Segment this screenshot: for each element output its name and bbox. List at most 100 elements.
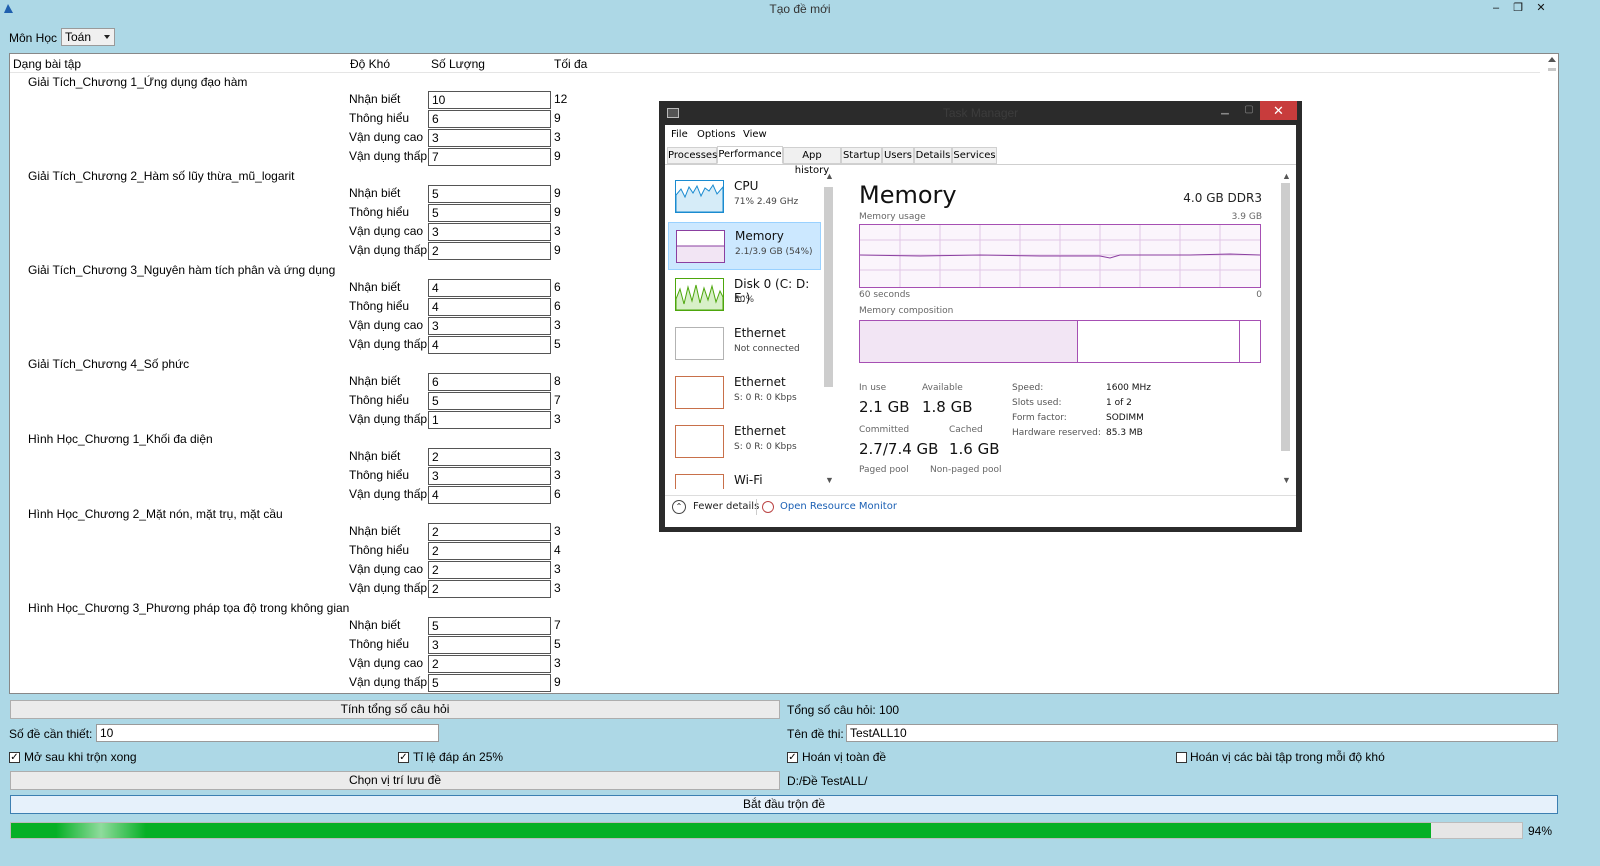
resource-item[interactable]: Ethernet Not connected xyxy=(668,320,821,368)
resource-monitor-icon xyxy=(762,501,774,513)
choose-location-button[interactable]: Chọn vị trí lưu đề xyxy=(10,771,780,790)
difficulty-label: Vận dụng cao xyxy=(349,224,424,238)
open-resource-monitor-link[interactable]: Open Resource Monitor xyxy=(780,501,897,512)
nonpaged-pool-label: Non-paged pool xyxy=(930,465,1002,475)
form-factor-label: Form factor: xyxy=(1012,413,1067,423)
col-header-difficulty: Độ Khó xyxy=(350,57,391,71)
quantity-input[interactable]: 6 xyxy=(428,373,551,391)
num-tests-label: Số đề cần thiết: xyxy=(9,727,93,741)
tm-panel-scrollbar[interactable]: ▲ ▼ xyxy=(1279,171,1292,489)
tm-list-scroll-thumb[interactable] xyxy=(824,187,833,387)
quantity-input[interactable]: 4 xyxy=(428,279,551,297)
tm-menu-view[interactable]: View xyxy=(743,129,767,140)
max-value: 5 xyxy=(554,337,561,351)
scroll-thumb[interactable] xyxy=(1548,68,1556,71)
topic-name: Giải Tích_Chương 4_Số phức xyxy=(28,357,190,371)
tm-menu-options[interactable]: Options xyxy=(697,129,736,140)
difficulty-label: Nhận biết xyxy=(349,449,401,463)
quantity-input[interactable]: 2 xyxy=(428,542,551,560)
tm-panel-scroll-thumb[interactable] xyxy=(1281,183,1290,451)
scroll-up-icon[interactable]: ▲ xyxy=(1282,171,1291,181)
quantity-input[interactable]: 2 xyxy=(428,561,551,579)
quantity-input[interactable]: 2 xyxy=(428,580,551,598)
max-value: 3 xyxy=(554,468,561,482)
tab-details[interactable]: Details xyxy=(914,147,952,164)
test-name-input[interactable]: TestALL10 xyxy=(846,724,1558,742)
resource-item[interactable]: CPU 71% 2.49 GHz xyxy=(668,173,821,221)
quantity-input[interactable]: 4 xyxy=(428,336,551,354)
quantity-input[interactable]: 5 xyxy=(428,392,551,410)
tab-startup[interactable]: Startup xyxy=(841,147,882,164)
tm-maximize-button[interactable]: ▢ xyxy=(1239,103,1259,117)
quantity-input[interactable]: 2 xyxy=(428,242,551,260)
max-value: 5 xyxy=(554,637,561,651)
quantity-input[interactable]: 7 xyxy=(428,148,551,166)
quantity-input[interactable]: 6 xyxy=(428,110,551,128)
permute-all-label: Hoán vị toàn đề xyxy=(802,750,887,764)
resource-graph-thumb xyxy=(675,327,724,360)
tm-minimize-button[interactable]: ▁ xyxy=(1215,103,1235,117)
quantity-input[interactable]: 1 xyxy=(428,411,551,429)
tab-services[interactable]: Services xyxy=(952,147,997,164)
quantity-input[interactable]: 5 xyxy=(428,674,551,692)
quantity-input[interactable]: 4 xyxy=(428,298,551,316)
quantity-input[interactable]: 5 xyxy=(428,185,551,203)
tm-close-button[interactable]: ✕ xyxy=(1260,101,1297,120)
tab-performance[interactable]: Performance xyxy=(717,146,783,164)
quantity-input[interactable]: 10 xyxy=(428,91,551,109)
ratio-checkbox[interactable]: ✓ xyxy=(398,752,409,763)
permute-all-checkbox[interactable]: ✓ xyxy=(787,752,798,763)
ratio-label: Tỉ lệ đáp án 25% xyxy=(413,750,504,764)
chevron-up-icon[interactable]: ⌃ xyxy=(672,500,686,514)
quantity-input[interactable]: 3 xyxy=(428,467,551,485)
scroll-down-icon[interactable]: ▼ xyxy=(1282,475,1291,485)
resource-name: CPU xyxy=(734,179,759,193)
quantity-input[interactable]: 3 xyxy=(428,129,551,147)
quantity-input[interactable]: 5 xyxy=(428,617,551,635)
tab-processes[interactable]: Processes xyxy=(667,147,717,164)
resource-item[interactable]: Disk 0 (C: D: E:) 50% xyxy=(668,271,821,319)
resource-detail: 50% xyxy=(734,295,755,305)
resource-item[interactable]: Wi-Fi xyxy=(668,467,821,489)
permute-each-checkbox[interactable] xyxy=(1176,752,1187,763)
difficulty-label: Vận dụng cao xyxy=(349,318,424,332)
speed-label: Speed: xyxy=(1012,383,1044,393)
tm-menu-bar: File Options View xyxy=(665,125,1296,144)
resource-item[interactable]: Ethernet S: 0 R: 0 Kbps xyxy=(668,418,821,466)
tm-list-scrollbar[interactable]: ▲ ▼ xyxy=(822,171,835,489)
quantity-input[interactable]: 5 xyxy=(428,204,551,222)
topic-name: Hình Học_Chương 1_Khối đa diện xyxy=(28,432,213,446)
max-value: 7 xyxy=(554,618,561,632)
quantity-input[interactable]: 2 xyxy=(428,448,551,466)
quantity-input[interactable]: 2 xyxy=(428,523,551,541)
resource-item[interactable]: Memory 2.1/3.9 GB (54%) xyxy=(668,222,821,270)
max-value: 8 xyxy=(554,374,561,388)
close-button[interactable]: ✕ xyxy=(1530,0,1552,19)
difficulty-label: Vận dụng thấp xyxy=(349,675,428,689)
tab-app-history[interactable]: App history xyxy=(783,147,841,176)
quantity-input[interactable]: 3 xyxy=(428,317,551,335)
tab-users[interactable]: Users xyxy=(882,147,914,164)
task-manager-window: Task Manager ▁ ▢ ✕ File Options View Pro… xyxy=(659,101,1302,532)
open-after-checkbox[interactable]: ✓ xyxy=(9,752,20,763)
quantity-input[interactable]: 3 xyxy=(428,636,551,654)
vertical-scrollbar[interactable] xyxy=(1546,54,1558,693)
quantity-input[interactable]: 2 xyxy=(428,655,551,673)
num-tests-input[interactable]: 10 xyxy=(96,724,439,742)
subject-select[interactable]: Toán xyxy=(61,28,115,46)
minimize-button[interactable]: – xyxy=(1485,0,1507,19)
start-mix-button[interactable]: Bắt đầu trộn đề xyxy=(10,795,1558,814)
quantity-input[interactable]: 4 xyxy=(428,486,551,504)
calculate-total-button[interactable]: Tính tổng số câu hỏi xyxy=(10,700,780,719)
scroll-down-icon[interactable]: ▼ xyxy=(825,475,834,485)
quantity-input[interactable]: 3 xyxy=(428,223,551,241)
restore-button[interactable]: ❐ xyxy=(1507,0,1529,19)
fewer-details-link[interactable]: Fewer details xyxy=(693,501,759,512)
scroll-up-icon[interactable]: ▲ xyxy=(825,171,834,181)
tm-menu-file[interactable]: File xyxy=(671,129,688,140)
tm-footer: ⌃ Fewer details Open Resource Monitor xyxy=(665,495,1296,521)
committed-label: Committed xyxy=(859,425,910,435)
resource-item[interactable]: Ethernet S: 0 R: 0 Kbps xyxy=(668,369,821,417)
difficulty-label: Nhận biết xyxy=(349,524,401,538)
scroll-up-icon[interactable] xyxy=(1548,57,1556,62)
